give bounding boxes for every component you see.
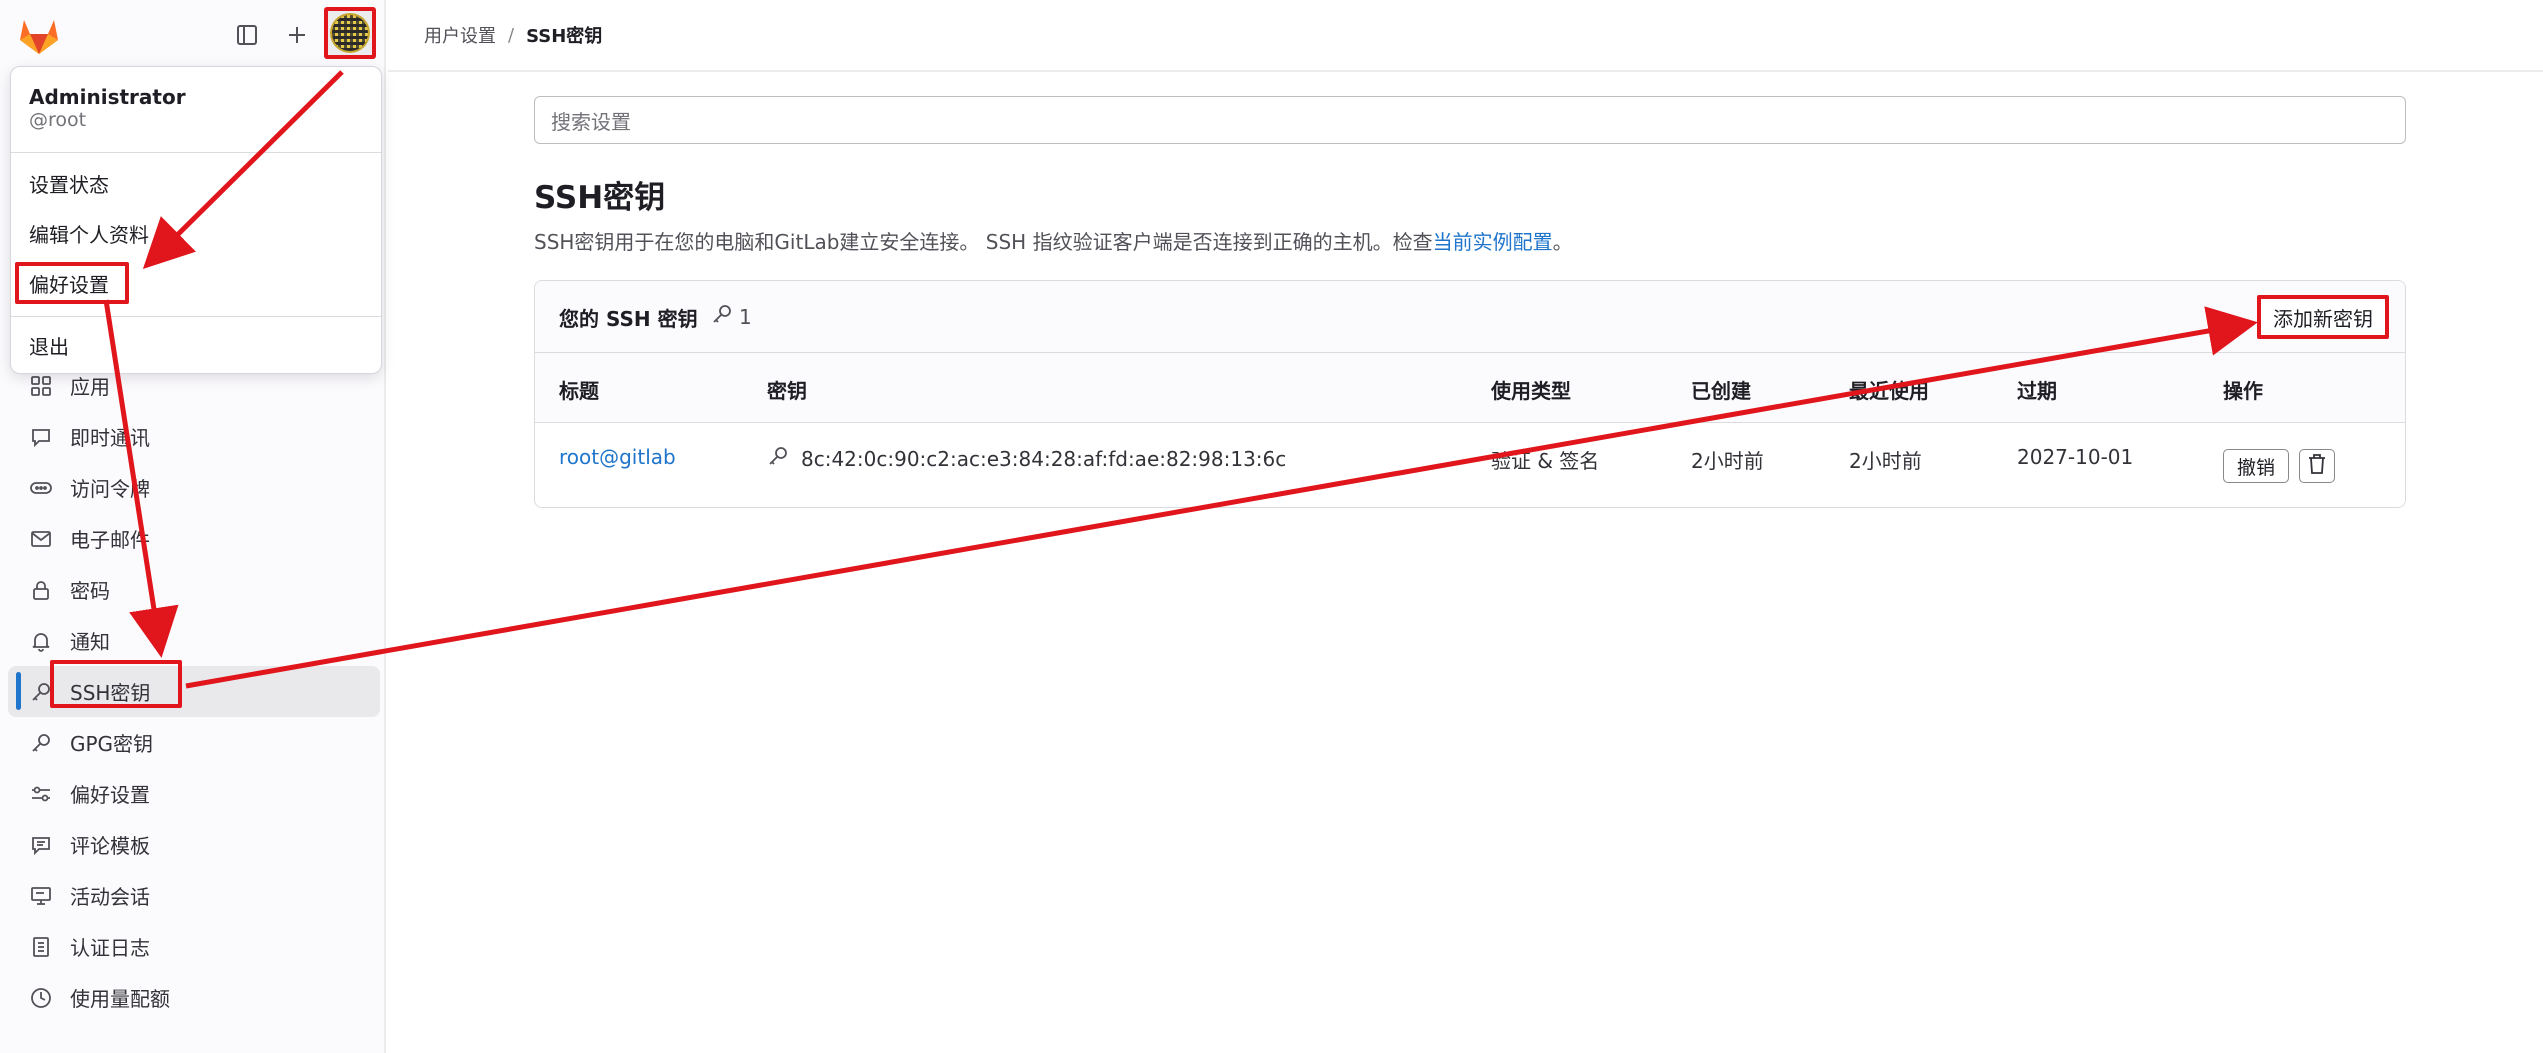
sidebar-header <box>0 0 386 70</box>
column-header: 标题 <box>559 379 599 403</box>
add-new-key-button[interactable]: 添加新密钥 <box>2257 295 2389 339</box>
sidebar-item-label: 活动会话 <box>70 885 150 909</box>
menu-item-edit-profile[interactable]: 编辑个人资料 <box>29 219 149 248</box>
sidebar-item-label: 认证日志 <box>70 936 150 960</box>
key-count-value: 1 <box>739 304 752 329</box>
preferences-icon <box>28 781 54 807</box>
delete-key-button[interactable] <box>2299 449 2335 483</box>
breadcrumb-parent[interactable]: 用户设置 <box>424 22 496 48</box>
log-icon <box>28 934 54 960</box>
key-count: 1 <box>711 303 752 330</box>
sidebar-item-label: 偏好设置 <box>70 783 150 807</box>
main-content: 用户设置 / SSH密钥 搜索设置 SSH密钥 SSH密钥用于在您的电脑和Git… <box>388 0 2543 1053</box>
monitor-icon <box>28 883 54 909</box>
menu-item-set-status[interactable]: 设置状态 <box>29 169 109 198</box>
breadcrumb-separator: / <box>508 24 515 46</box>
last-used: 2小时前 <box>1849 449 1922 473</box>
menu-divider <box>11 152 381 153</box>
table-header: 标题 密钥 使用类型 已创建 最近使用 过期 操作 <box>535 353 2405 423</box>
sidebar-item-label: 使用量配额 <box>70 987 170 1011</box>
annotation-preferences-highlight <box>15 262 129 304</box>
column-header: 使用类型 <box>1491 379 1571 403</box>
lock-icon <box>28 577 54 603</box>
trash-icon <box>2307 453 2327 479</box>
expires-at: 2027-10-01 <box>2017 445 2134 469</box>
usage-type: 验证 & 签名 <box>1491 449 1600 473</box>
comment-template-icon <box>28 832 54 858</box>
sidebar-item-comment-templates[interactable]: 评论模板 <box>8 819 380 870</box>
created-at: 2小时前 <box>1691 449 1764 473</box>
mail-icon <box>28 526 54 552</box>
description-text: SSH密钥用于在您的电脑和GitLab建立安全连接。 SSH 指纹验证客户端是否… <box>534 230 1433 254</box>
menu-item-sign-out[interactable]: 退出 <box>29 331 69 360</box>
sidebar-item-access-tokens[interactable]: 访问令牌 <box>8 462 380 513</box>
applications-icon <box>28 373 54 399</box>
column-header: 操作 <box>2223 379 2263 403</box>
revoke-button[interactable]: 撤销 <box>2223 449 2289 483</box>
user-display-name: Administrator <box>29 85 186 109</box>
column-header: 过期 <box>2017 379 2057 403</box>
user-dropdown-menu: Administrator @root 设置状态 编辑个人资料 偏好设置 退出 <box>10 66 382 374</box>
description-end: 。 <box>1552 230 1573 254</box>
plus-icon[interactable] <box>278 16 316 54</box>
sidebar-item-preferences[interactable]: 偏好设置 <box>8 768 380 819</box>
key-icon <box>28 730 54 756</box>
instance-config-link[interactable]: 当前实例配置 <box>1433 230 1553 254</box>
column-header: 已创建 <box>1691 379 1751 403</box>
menu-divider <box>11 316 381 317</box>
search-input[interactable]: 搜索设置 <box>534 96 2406 144</box>
sidebar-item-auth-log[interactable]: 认证日志 <box>8 921 380 972</box>
fingerprint-value: 8c:42:0c:90:c2:ac:e3:84:28:af:fd:ae:82:9… <box>801 446 1287 471</box>
sidebar-item-emails[interactable]: 电子邮件 <box>8 513 380 564</box>
sidebar-item-chat[interactable]: 即时通讯 <box>8 411 380 462</box>
sidebar-item-label: 评论模板 <box>70 834 150 858</box>
user-avatar <box>332 15 368 51</box>
key-icon <box>767 445 789 472</box>
user-avatar-button[interactable] <box>324 7 376 59</box>
annotation-ssh-highlight <box>50 660 182 708</box>
bell-icon <box>28 628 54 654</box>
page-description: SSH密钥用于在您的电脑和GitLab建立安全连接。 SSH 指纹验证客户端是否… <box>534 226 1573 255</box>
sidebar-item-gpg-keys[interactable]: GPG密钥 <box>8 717 380 768</box>
sidebar-item-notifications[interactable]: 通知 <box>8 615 380 666</box>
chat-icon <box>28 424 54 450</box>
sidebar-item-label: GPG密钥 <box>70 732 154 756</box>
sidebar-item-label: 应用 <box>70 375 110 399</box>
breadcrumb: 用户设置 / SSH密钥 <box>388 0 2543 72</box>
user-handle: @root <box>29 109 87 131</box>
sidebar-item-active-sessions[interactable]: 活动会话 <box>8 870 380 921</box>
key-icon <box>711 303 733 330</box>
sidebar-item-label: 即时通讯 <box>70 426 150 450</box>
sidebar-item-password[interactable]: 密码 <box>8 564 380 615</box>
token-icon <box>28 475 54 501</box>
page-title: SSH密钥 <box>534 180 666 216</box>
sidebar-item-label: 电子邮件 <box>70 528 150 552</box>
sidebar-item-label: 访问令牌 <box>70 477 150 501</box>
ssh-keys-card: 您的 SSH 密钥 1 添加新密钥 标题 密钥 使用类型 已创建 最近使用 过期… <box>534 280 2406 508</box>
breadcrumb-current[interactable]: SSH密钥 <box>526 22 602 48</box>
card-header: 您的 SSH 密钥 1 添加新密钥 <box>535 281 2405 353</box>
column-header: 密钥 <box>767 379 807 403</box>
sidebar-toggle-icon[interactable] <box>228 16 266 54</box>
sidebar-item-label: 通知 <box>70 630 110 654</box>
key-fingerprint: 8c:42:0c:90:c2:ac:e3:84:28:af:fd:ae:82:9… <box>767 445 1286 472</box>
card-title: 您的 SSH 密钥 <box>559 307 698 331</box>
sidebar-item-usage-quotas[interactable]: 使用量配额 <box>8 972 380 1023</box>
sidebar-item-label: 密码 <box>70 579 110 603</box>
key-title-link[interactable]: root@gitlab <box>559 445 676 469</box>
column-header: 最近使用 <box>1849 379 1929 403</box>
gitlab-tanuki-icon[interactable] <box>18 16 60 56</box>
quota-icon <box>28 985 54 1011</box>
